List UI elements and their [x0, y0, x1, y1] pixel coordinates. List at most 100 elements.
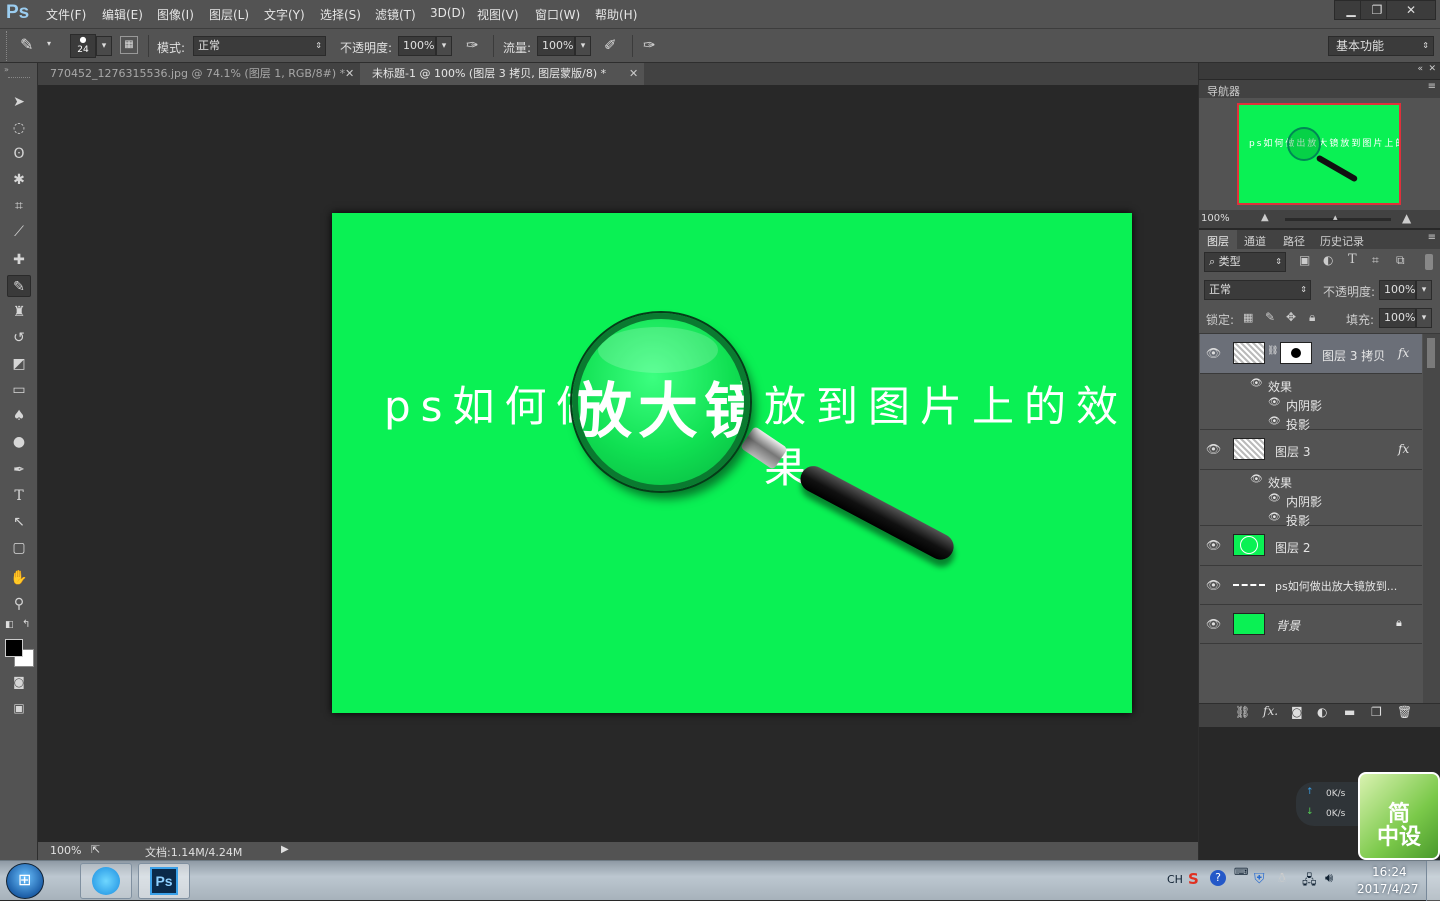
menu-filter[interactable]: 滤镜(T)	[375, 6, 416, 23]
panel-resize-grip[interactable]	[1199, 721, 1440, 727]
clock-time[interactable]: 16:24	[1372, 865, 1407, 879]
slider-thumb-icon[interactable]: ▴	[1333, 213, 1338, 223]
export-icon[interactable]: ⇱	[91, 843, 100, 856]
path-select-tool-icon[interactable]: ↖	[7, 511, 31, 533]
brush-dropdown[interactable]: ▾	[96, 36, 112, 56]
eye-icon[interactable]: 👁︎	[1206, 578, 1221, 592]
layer-row[interactable]: 👁︎ 图层 3 fx	[1200, 430, 1422, 470]
foreground-color-swatch[interactable]	[5, 639, 23, 657]
screen-mode-icon[interactable]: ▣	[7, 697, 31, 719]
taskbar-app-browser[interactable]	[80, 863, 132, 899]
zoom-out-icon[interactable]: ▲	[1261, 212, 1269, 223]
pressure-opacity-icon[interactable]: ✑	[466, 36, 479, 54]
start-button[interactable]: ⊞	[6, 863, 44, 899]
trash-icon[interactable]: 🗑︎	[1397, 705, 1412, 719]
type-tool-icon[interactable]: T	[7, 485, 31, 507]
layer-row[interactable]: 👁︎ 背景 🔒︎	[1200, 605, 1422, 644]
collapse-icon[interactable]: »	[4, 65, 9, 74]
network-icon[interactable]: 🖧︎	[1302, 871, 1317, 893]
healing-brush-tool-icon[interactable]: ✚	[7, 249, 31, 271]
navigator-zoom[interactable]: 100%	[1201, 213, 1230, 224]
document-canvas[interactable]: ps如何做出 放到图片上的效果 放大镜	[332, 213, 1132, 713]
play-icon[interactable]: ▶	[281, 844, 289, 855]
workspace-select[interactable]: 基本功能 ⇕	[1328, 36, 1434, 56]
layers-scrollbar[interactable]	[1423, 334, 1440, 704]
add-mask-icon[interactable]: ◙	[1291, 705, 1303, 719]
zoom-tool-icon[interactable]: ⚲	[7, 593, 31, 615]
tray-keyboard-icon[interactable]: ⌨	[1234, 867, 1248, 878]
eye-icon[interactable]: 👁︎	[1268, 512, 1281, 523]
menu-type[interactable]: 文字(Y)	[264, 6, 305, 23]
new-group-icon[interactable]: ▬	[1344, 705, 1355, 719]
eye-icon[interactable]: 👁︎	[1206, 346, 1221, 360]
collapse-icon[interactable]: «	[1417, 64, 1423, 74]
navigator-tab[interactable]: 导航器	[1207, 83, 1240, 99]
opacity-input[interactable]: 100%	[398, 36, 436, 56]
mode-select[interactable]: 正常 ⇕	[193, 36, 326, 56]
scroll-thumb[interactable]	[1427, 338, 1435, 368]
tab-document-2[interactable]: 未标题-1 @ 100% (图层 3 拷贝, 图层蒙版/8) *	[360, 63, 644, 85]
gradient-tool-icon[interactable]: ▭	[7, 379, 31, 401]
zoom-in-icon[interactable]: ▲	[1402, 211, 1411, 225]
panel-menu-icon[interactable]: ≡	[1428, 81, 1436, 92]
filter-pixel-icon[interactable]: ▣	[1299, 253, 1310, 267]
layer-mask-thumbnail[interactable]	[1280, 342, 1312, 364]
lasso-tool-icon[interactable]: ʘ	[7, 143, 31, 165]
zoom-slider[interactable]	[1285, 218, 1391, 221]
menu-view[interactable]: 视图(V)	[477, 6, 519, 23]
airbrush-icon[interactable]: ✐	[604, 36, 617, 54]
eyedropper-tool-icon[interactable]: ⟋	[7, 221, 31, 243]
eye-icon[interactable]: 👁︎	[1206, 538, 1221, 552]
brush-tool-icon[interactable]: ✎	[20, 35, 33, 54]
lock-transparent-icon[interactable]: ▦	[1243, 311, 1253, 324]
dodge-tool-icon[interactable]: ●	[7, 431, 31, 453]
blur-tool-icon[interactable]: ♠	[7, 405, 31, 427]
eye-icon[interactable]: 👁︎	[1206, 617, 1221, 631]
swap-colors-icon[interactable]: ↰	[22, 619, 30, 630]
sogou-icon[interactable]: S	[1188, 870, 1199, 888]
layer-opacity-dropdown[interactable]: ▾	[1416, 280, 1432, 300]
blend-mode-select[interactable]: 正常 ⇕	[1204, 280, 1311, 300]
help-icon[interactable]: ?	[1210, 870, 1226, 886]
lock-position-icon[interactable]: ✥	[1286, 310, 1296, 324]
layer-name[interactable]: 图层 2	[1275, 539, 1310, 556]
menu-layer[interactable]: 图层(L)	[209, 6, 249, 23]
layer-name[interactable]: 背景	[1276, 617, 1300, 634]
menu-3d[interactable]: 3D(D)	[430, 6, 465, 20]
marquee-tool-icon[interactable]: ◌	[7, 117, 31, 139]
menu-help[interactable]: 帮助(H)	[595, 6, 637, 23]
close-tab-icon[interactable]: ✕	[345, 67, 354, 80]
move-tool-icon[interactable]: ➤	[7, 91, 31, 113]
tab-paths[interactable]: 路径	[1283, 233, 1305, 249]
fx-icon[interactable]: fx	[1398, 442, 1409, 456]
layer-name[interactable]: ps如何做出放大镜放到...	[1275, 578, 1397, 594]
lock-pixels-icon[interactable]: ✎	[1265, 310, 1275, 324]
fx-icon[interactable]: fx	[1398, 346, 1409, 360]
eye-icon[interactable]: 👁︎	[1250, 474, 1263, 485]
menu-edit[interactable]: 编辑(E)	[102, 6, 143, 23]
input-lang[interactable]: CH	[1167, 873, 1183, 886]
fill-dropdown[interactable]: ▾	[1416, 308, 1432, 328]
filter-adjust-icon[interactable]: ◐	[1323, 253, 1333, 267]
magic-wand-tool-icon[interactable]: ✱	[7, 169, 31, 191]
eye-icon[interactable]: 👁︎	[1250, 378, 1263, 389]
eye-icon[interactable]: 👁︎	[1268, 493, 1281, 504]
filter-shape-icon[interactable]: ⌗	[1372, 253, 1379, 268]
brush-preset-picker[interactable]: ● 24	[70, 34, 96, 58]
layer-name[interactable]: 图层 3 拷贝	[1322, 347, 1385, 364]
layer-row[interactable]: 👁︎ ps如何做出放大镜放到...	[1200, 566, 1422, 605]
flow-dropdown[interactable]: ▾	[575, 36, 591, 56]
filter-smart-icon[interactable]: ⧉	[1396, 253, 1405, 268]
layer-row[interactable]: 👁︎ 图层 2	[1200, 526, 1422, 566]
chevron-down-icon[interactable]: ▾	[47, 39, 51, 48]
layer-opacity-input[interactable]: 100%	[1379, 280, 1416, 300]
panel-menu-icon[interactable]: ≡	[1428, 232, 1436, 243]
layer-row[interactable]: 👁︎ ⛓ 图层 3 拷贝 fx	[1200, 334, 1422, 374]
tab-history[interactable]: 历史记录	[1320, 233, 1364, 249]
layer-name[interactable]: 图层 3	[1275, 443, 1310, 460]
zoom-level[interactable]: 100%	[50, 844, 81, 857]
navigator-preview[interactable]: ps如何做出放大镜放到图片上的效果	[1237, 103, 1401, 205]
eye-icon[interactable]: 👁︎	[1268, 397, 1281, 408]
stamp-tool-icon[interactable]: ♜	[7, 301, 31, 323]
history-brush-tool-icon[interactable]: ↺	[7, 327, 31, 349]
